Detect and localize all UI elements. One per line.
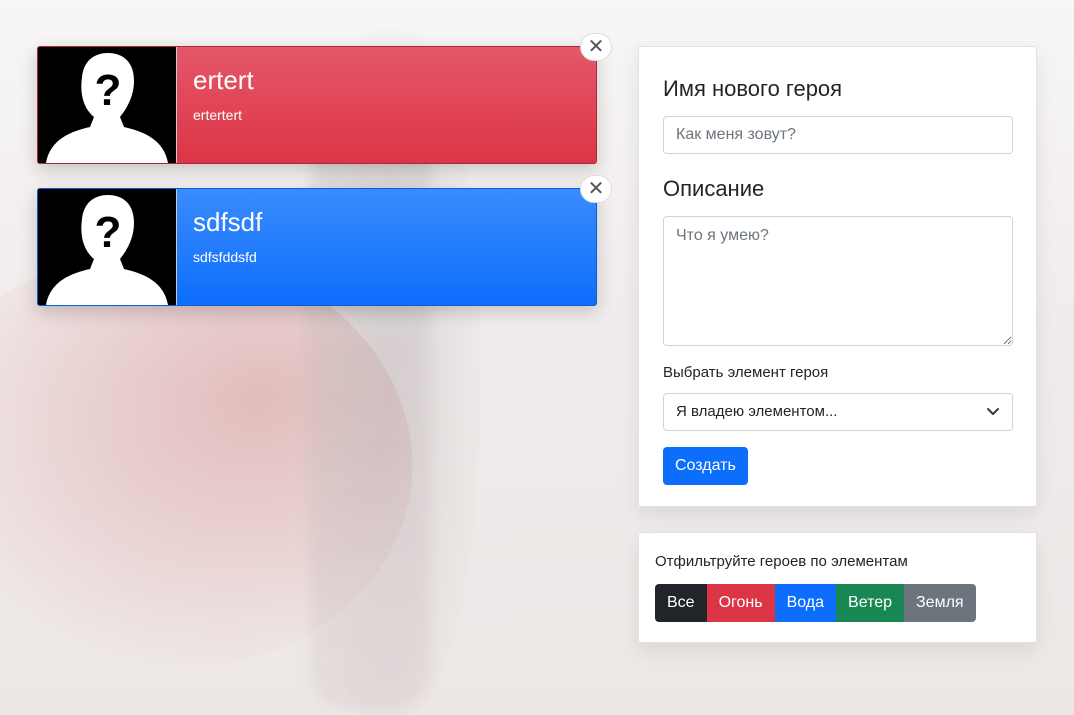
- avatar: ?: [38, 47, 177, 163]
- filter-panel: Отфильтруйте героев по элементам Все Ого…: [638, 532, 1037, 643]
- new-hero-form: Имя нового героя Описание Выбрать элемен…: [638, 46, 1037, 507]
- element-select[interactable]: Я владею элементом...: [663, 393, 1013, 431]
- hero-description-input[interactable]: [663, 216, 1013, 346]
- filter-fire-button[interactable]: Огонь: [706, 584, 775, 622]
- element-select-value: Я владею элементом...: [676, 403, 838, 420]
- hero-description: sdfsfddsfd: [193, 249, 257, 265]
- hero-description: ertertert: [193, 107, 243, 123]
- avatar: ?: [38, 189, 177, 305]
- svg-text:?: ?: [95, 66, 122, 115]
- hero-name: sdfsdf: [193, 207, 263, 237]
- filter-button-group: Все Огонь Вода Ветер Земля: [655, 584, 1020, 622]
- filter-water-button[interactable]: Вода: [774, 584, 837, 622]
- description-heading: Описание: [663, 176, 765, 201]
- create-button[interactable]: Создать: [663, 447, 748, 485]
- hero-name-input[interactable]: [663, 116, 1013, 154]
- close-icon[interactable]: ✕: [580, 33, 612, 61]
- filter-wind-button[interactable]: Ветер: [836, 584, 905, 622]
- filter-all-button[interactable]: Все: [655, 584, 707, 622]
- close-icon[interactable]: ✕: [580, 175, 612, 203]
- name-heading: Имя нового героя: [663, 76, 843, 101]
- chevron-down-icon: [987, 408, 999, 415]
- element-label: Выбрать элемент героя: [663, 364, 829, 381]
- filter-earth-button[interactable]: Земля: [904, 584, 976, 622]
- hero-card: ? ertert ertertert ✕: [37, 33, 612, 164]
- filter-title: Отфильтруйте героев по элементам: [655, 553, 908, 570]
- hero-name: ertert: [193, 65, 254, 95]
- svg-text:?: ?: [95, 208, 122, 257]
- hero-card: ? sdfsdf sdfsfddsfd ✕: [37, 175, 612, 306]
